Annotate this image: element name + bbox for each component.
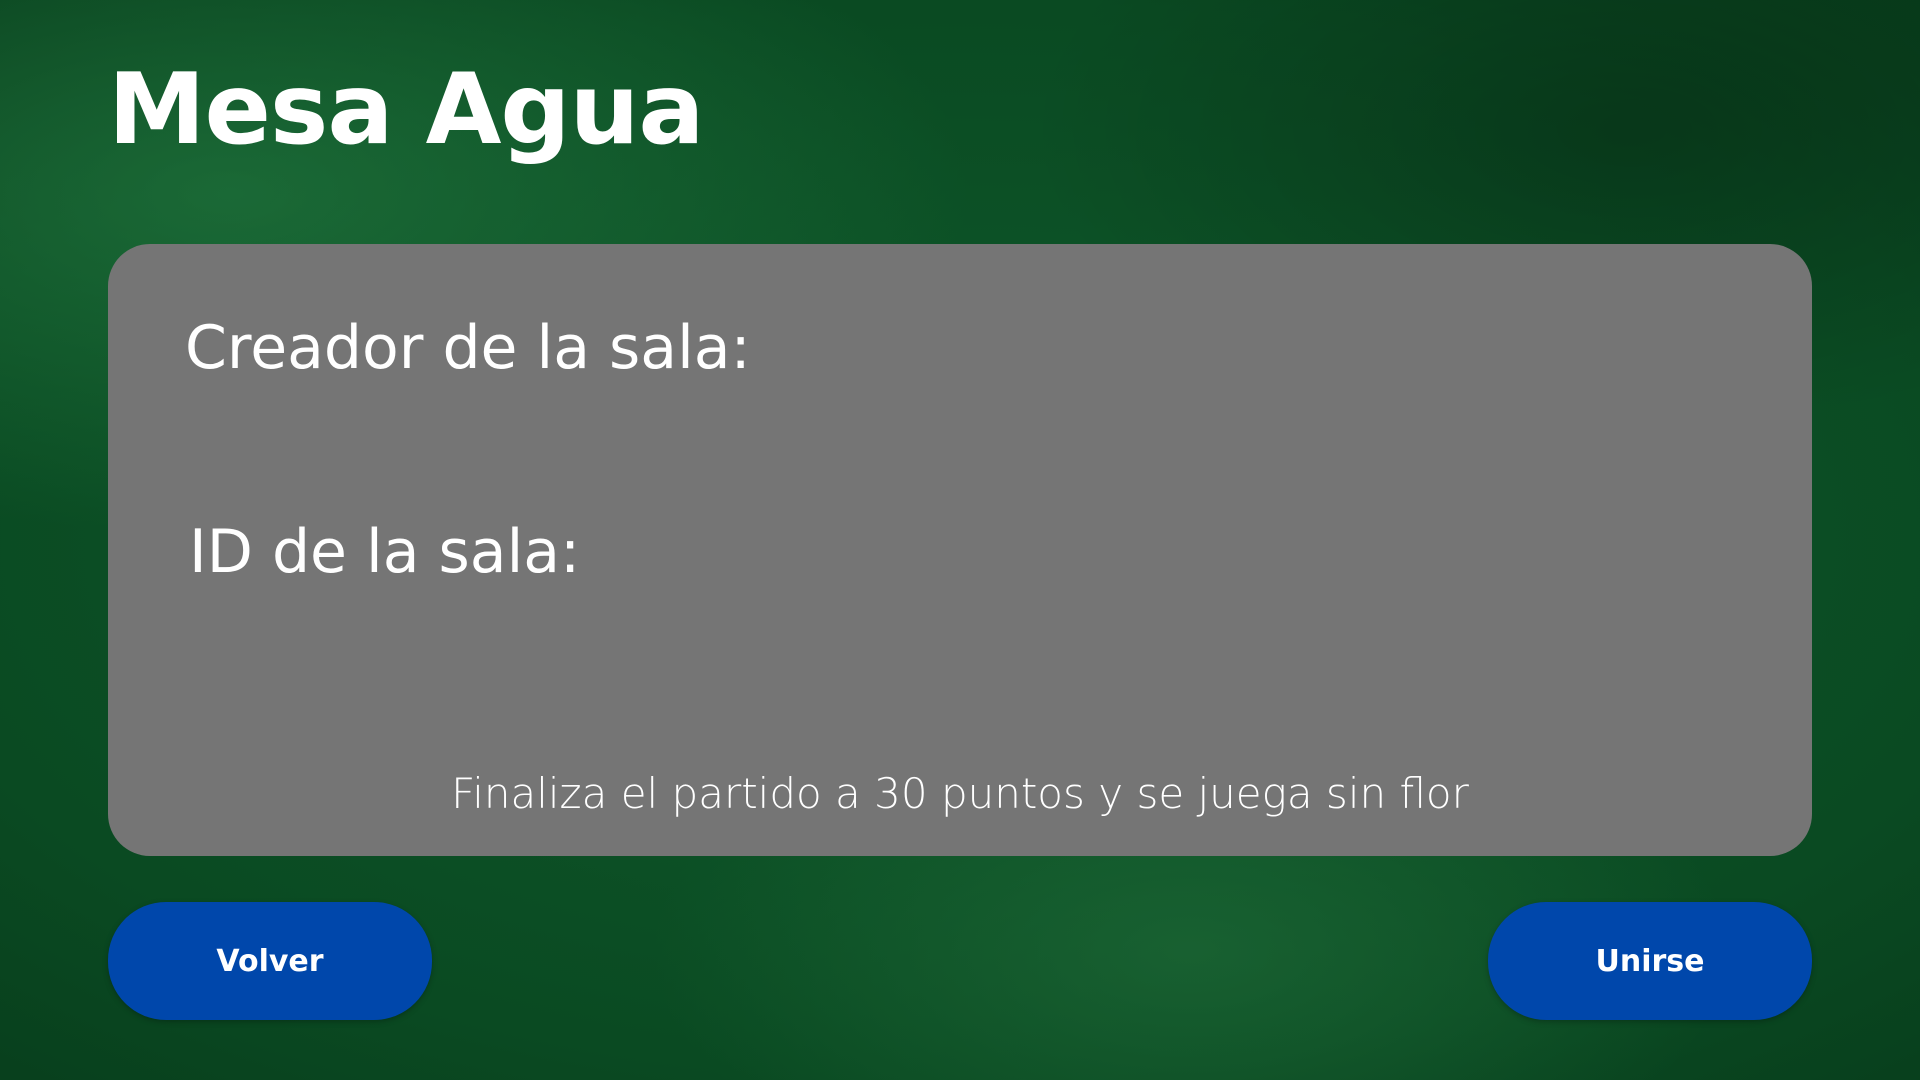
room-id-label: ID de la sala: [189, 517, 581, 587]
page-title: Mesa Agua [108, 53, 704, 167]
join-button[interactable]: Unirse [1488, 902, 1812, 1020]
room-info-panel: Creador de la sala: ID de la sala: Final… [108, 244, 1812, 856]
back-button[interactable]: Volver [108, 902, 432, 1020]
game-room-screen: Mesa Agua Creador de la sala: ID de la s… [0, 0, 1920, 1080]
room-creator-label: Creador de la sala: [185, 313, 751, 383]
match-rules-text: Finaliza el partido a 30 puntos y se jue… [451, 769, 1469, 818]
